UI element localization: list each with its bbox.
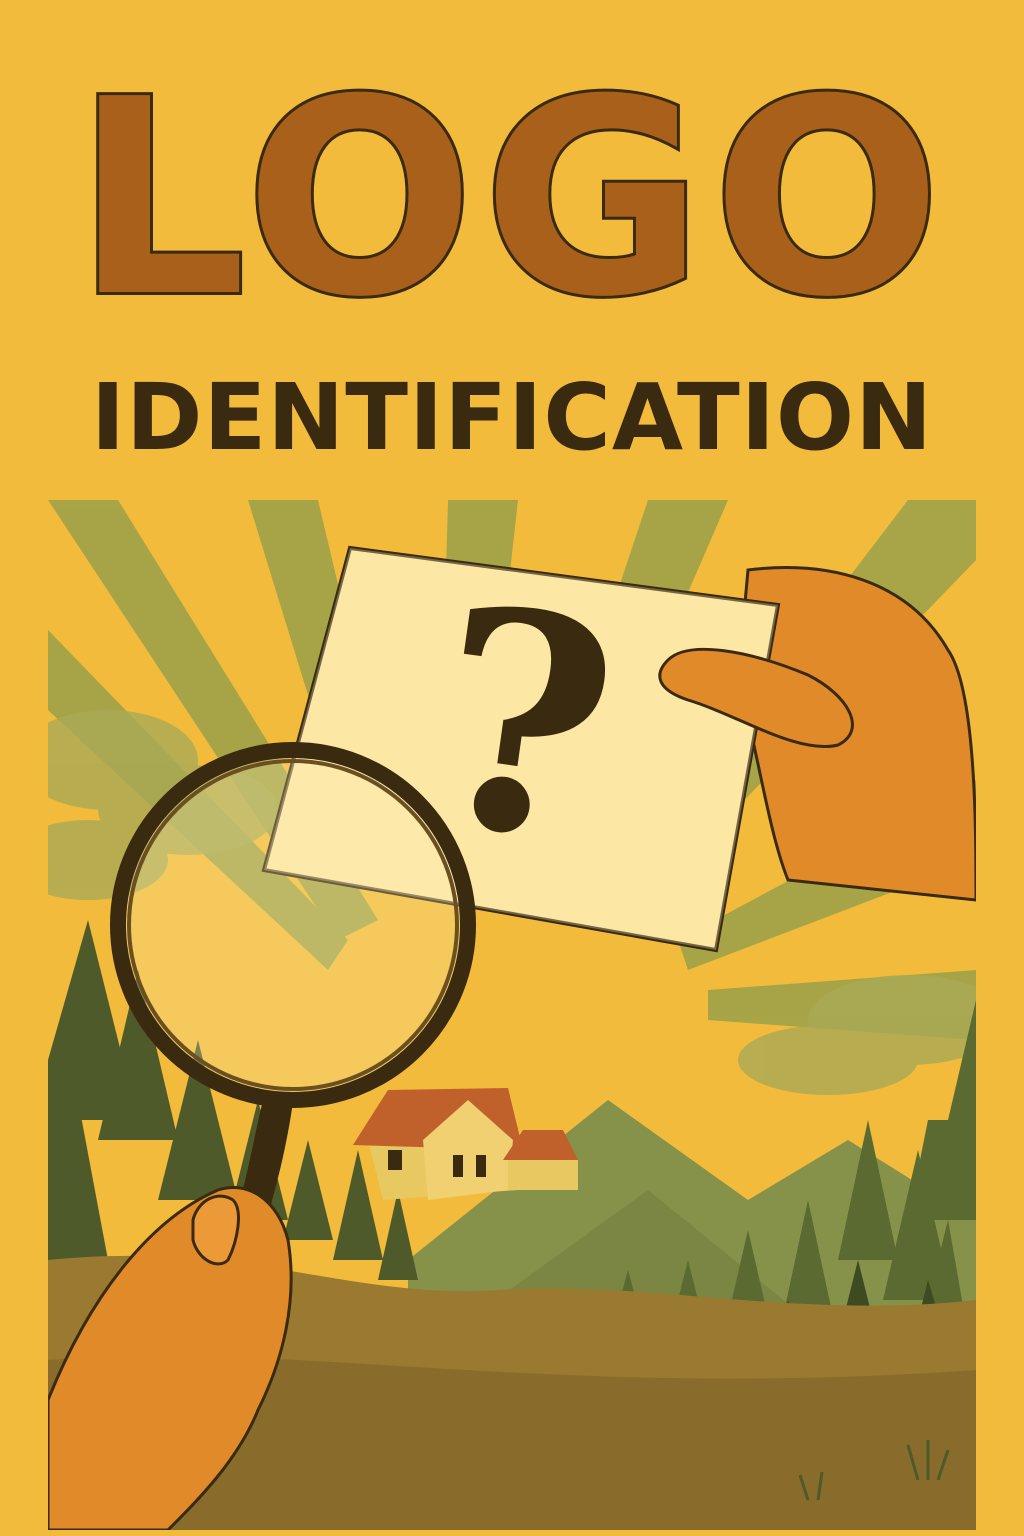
illustration: ? — [48, 500, 976, 1530]
poster: LOGO IDENTIFICATION ? — [0, 0, 1024, 1536]
house-illustration — [353, 1088, 578, 1200]
poster-subtitle: IDENTIFICATION — [90, 364, 934, 471]
poster-title: LOGO — [71, 41, 950, 356]
left-thumb — [191, 1194, 240, 1266]
